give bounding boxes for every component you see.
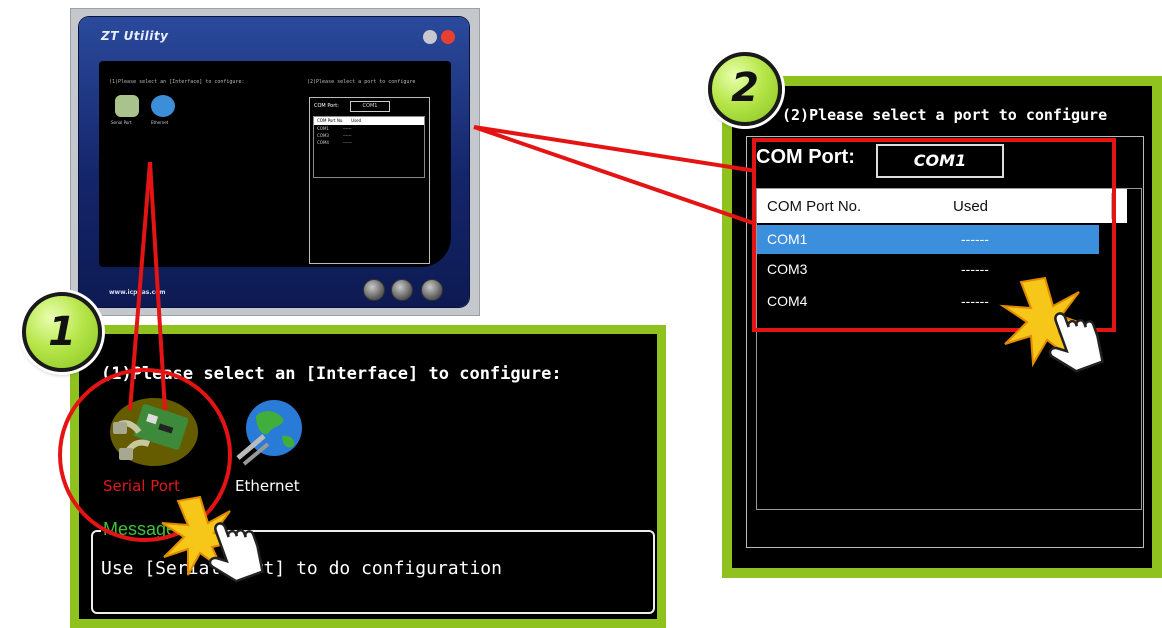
row-used: ------ <box>961 261 989 277</box>
footer-url: www.icpdas.com <box>109 289 166 296</box>
list-row-com1[interactable]: COM1 ------ <box>757 225 1099 254</box>
interface-panel-zoom: (1)Please select an [Interface] to confi… <box>70 325 666 628</box>
row-used: ------ <box>961 293 989 309</box>
mini-action-button-2[interactable] <box>391 279 413 301</box>
step-1-badge: 1 <box>22 292 102 372</box>
mini-serial-port-icon[interactable] <box>115 95 139 117</box>
interface-heading: (1)Please select an [Interface] to confi… <box>101 364 562 384</box>
mini-step1-text: (1)Please select an [Interface] to confi… <box>109 79 245 85</box>
mini-com-port-label: COM Port: <box>314 103 339 109</box>
port-heading: (2)Please select a port to configure <box>782 106 1108 124</box>
mini-ethernet-icon[interactable] <box>151 95 175 117</box>
list-row-com3[interactable]: COM3 ------ <box>757 255 1099 284</box>
ethernet-icon[interactable] <box>234 396 306 468</box>
message-text: Use [Serial Port] to do configuration <box>101 558 502 579</box>
callout-line-2 <box>473 125 757 173</box>
row-used: ------ <box>961 231 989 247</box>
port-panel-zoom: (2)Please select a port to configure COM… <box>722 76 1162 578</box>
mini-action-button-1[interactable] <box>363 279 385 301</box>
mini-port-panel: COM Port: COM1 COM Port No. Used COM1 --… <box>309 97 430 264</box>
column-divider <box>1111 193 1112 219</box>
message-box-title: Message <box>101 519 179 540</box>
serial-port-label[interactable]: Serial Port <box>103 477 180 495</box>
mini-ethernet-label: Ethernet <box>151 120 169 125</box>
mini-list-row[interactable]: COM4 ------ <box>314 139 424 146</box>
row-port: COM3 <box>767 261 808 277</box>
com-port-label: COM Port: <box>756 146 855 168</box>
column-header-port[interactable]: COM Port No. <box>767 198 861 215</box>
mini-serial-label: Serial Port <box>111 120 132 125</box>
app-window-thumbnail: ZT Utility (1)Please select an [Interfac… <box>70 8 480 316</box>
mini-list-header: COM Port No. Used <box>314 117 424 125</box>
column-header-used[interactable]: Used <box>953 198 988 215</box>
ethernet-label[interactable]: Ethernet <box>235 477 300 495</box>
com-port-list[interactable]: COM Port No. Used COM1 ------ COM3 -----… <box>756 188 1142 510</box>
zt-utility-window: ZT Utility (1)Please select an [Interfac… <box>79 17 469 307</box>
port-panel-content: (2)Please select a port to configure COM… <box>732 86 1152 568</box>
serial-port-icon[interactable] <box>109 396 199 468</box>
mini-list-row[interactable]: COM3 ------ <box>314 132 424 139</box>
mini-com-port-value: COM1 <box>350 101 390 112</box>
step-2-badge: 2 <box>708 52 782 126</box>
mini-step2-text: (2)Please select a port to configure <box>307 79 416 85</box>
list-row-com4[interactable]: COM4 ------ <box>757 287 1099 316</box>
mini-list-row[interactable]: COM1 ------ <box>314 125 424 132</box>
row-port: COM1 <box>767 231 808 247</box>
mini-port-list: COM Port No. Used COM1 ------ COM3 -----… <box>313 116 425 178</box>
close-icon[interactable] <box>441 30 455 44</box>
mini-exit-button[interactable] <box>421 279 443 301</box>
row-port: COM4 <box>767 293 808 309</box>
help-icon[interactable] <box>423 30 437 44</box>
list-header: COM Port No. Used <box>757 189 1127 223</box>
com-port-field[interactable]: COM1 <box>876 144 1004 178</box>
callout-line-2 <box>473 125 757 226</box>
window-title: ZT Utility <box>101 29 169 43</box>
interface-panel-content: (1)Please select an [Interface] to confi… <box>79 334 657 619</box>
